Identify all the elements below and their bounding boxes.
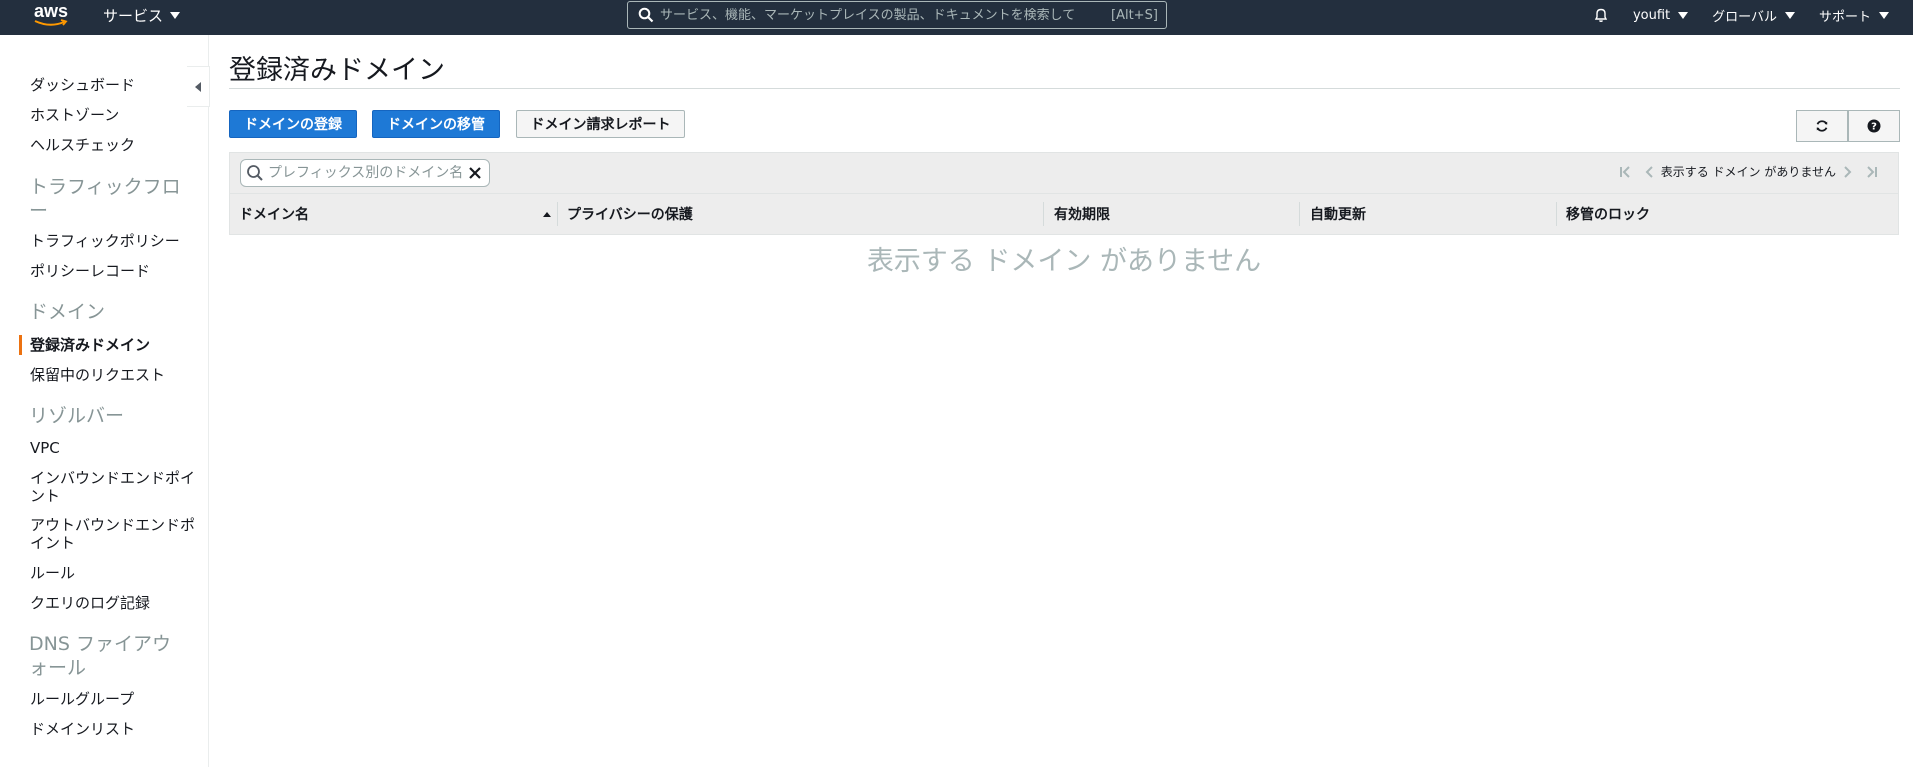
column-label: 自動更新: [1310, 207, 1366, 223]
sidebar-item-pending-requests[interactable]: 保留中のリクエスト: [30, 366, 165, 384]
last-page-icon: [1867, 165, 1877, 178]
region-label: グローバル: [1712, 9, 1777, 25]
sidebar-item-dashboard[interactable]: ダッシュボード: [30, 76, 135, 94]
sidebar-item-vpc[interactable]: VPC: [30, 439, 60, 457]
sidebar-item-health-checks[interactable]: ヘルスチェック: [30, 136, 135, 154]
help-icon: ?: [1867, 119, 1881, 133]
pagination: 表示する ドメイン がありません: [1613, 163, 1884, 180]
previous-page-button[interactable]: [1645, 165, 1655, 178]
notifications-button[interactable]: [1593, 7, 1609, 23]
pagination-status: 表示する ドメイン がありません: [1660, 165, 1836, 179]
sidebar-item-rules[interactable]: ルール: [30, 564, 75, 582]
column-divider: [1043, 202, 1044, 226]
aws-logo-text: aws: [34, 1, 69, 21]
aws-logo[interactable]: aws: [34, 2, 74, 30]
sidebar-item-traffic-policies[interactable]: トラフィックポリシー: [30, 232, 180, 250]
sidebar-item-policy-records[interactable]: ポリシーレコード: [30, 262, 150, 280]
column-divider: [557, 202, 558, 226]
refresh-icon: [1816, 120, 1828, 132]
sidebar-section-traffic-flow: トラフィックフロー: [29, 176, 181, 222]
column-label: 移管のロック: [1566, 207, 1650, 223]
region-menu[interactable]: グローバル: [1712, 6, 1795, 25]
column-header-privacy-protection[interactable]: プライバシーの保護: [567, 194, 693, 234]
side-navigation: ダッシュボード ホストゾーン ヘルスチェック トラフィックフロー トラフィックポ…: [0, 35, 209, 767]
column-divider: [1556, 202, 1557, 226]
chevron-left-icon: [1645, 165, 1653, 178]
sidebar-item-query-logging[interactable]: クエリのログ記録: [30, 594, 150, 612]
caret-down-icon: [170, 11, 181, 19]
services-label: サービス: [103, 6, 164, 25]
aws-smile-icon: [34, 19, 68, 26]
search-input[interactable]: [660, 7, 1105, 23]
search-icon: [247, 165, 263, 181]
domain-billing-report-button[interactable]: ドメイン請求レポート: [516, 110, 685, 138]
services-menu[interactable]: サービス: [103, 0, 181, 30]
sidebar-item-inbound-endpoints[interactable]: インバウンドエンドポイント: [30, 469, 195, 505]
active-indicator: [19, 335, 22, 355]
support-menu[interactable]: サポート: [1819, 6, 1889, 25]
caret-down-icon: [1784, 11, 1795, 19]
help-button[interactable]: ?: [1848, 110, 1900, 142]
column-header-transfer-lock[interactable]: 移管のロック: [1566, 194, 1650, 234]
filter-input[interactable]: [268, 165, 464, 181]
sidebar-section-domains: ドメイン: [29, 301, 106, 323]
caret-down-icon: [1879, 11, 1889, 19]
support-label: サポート: [1818, 9, 1871, 25]
top-navigation-bar: aws サービス [Alt+S] youfit グローバル: [0, 0, 1913, 35]
global-search[interactable]: [Alt+S]: [627, 1, 1167, 29]
chevron-left-icon: [195, 81, 201, 92]
column-header-expiration[interactable]: 有効期限: [1054, 194, 1110, 234]
chevron-right-icon: [1844, 165, 1852, 178]
sidebar-section-dns-firewall: DNS ファイアウォール: [29, 633, 171, 679]
top-right-menu: youfit グローバル サポート: [1593, 0, 1913, 30]
transfer-domain-button[interactable]: ドメインの移管: [372, 110, 500, 138]
sidebar-item-registered-domains[interactable]: 登録済みドメイン: [30, 336, 150, 354]
first-page-icon: [1619, 165, 1630, 178]
page-title: 登録済みドメイン: [229, 55, 445, 86]
empty-table-message: 表示する ドメイン がありません: [866, 246, 1262, 277]
caret-down-icon: [1678, 11, 1689, 19]
table-header: ドメイン名 プライバシーの保護 有効期限 自動更新 移管のロック: [229, 194, 1899, 235]
column-divider: [1299, 202, 1300, 226]
register-domain-button[interactable]: ドメインの登録: [229, 110, 357, 138]
sort-ascending-icon: [543, 212, 551, 217]
table-toolbar: 表示する ドメイン がありません: [229, 152, 1899, 194]
account-menu[interactable]: youfit: [1632, 7, 1689, 23]
domain-filter[interactable]: [240, 159, 490, 187]
sidebar-item-outbound-endpoints[interactable]: アウトバウンドエンドポイント: [30, 516, 195, 552]
clear-icon[interactable]: [468, 166, 482, 180]
sidebar-item-rule-groups[interactable]: ルールグループ: [30, 690, 134, 708]
sidebar-item-hosted-zones[interactable]: ホストゾーン: [30, 106, 119, 124]
column-label: 有効期限: [1054, 207, 1110, 223]
title-divider: [229, 88, 1900, 89]
search-icon: [638, 7, 654, 23]
first-page-button[interactable]: [1619, 165, 1633, 178]
account-label: youfit: [1632, 7, 1671, 23]
next-page-button[interactable]: [1842, 165, 1852, 178]
bell-icon: [1594, 8, 1608, 23]
last-page-button[interactable]: [1864, 165, 1878, 178]
search-shortcut-hint: [Alt+S]: [1111, 7, 1158, 23]
sidebar-item-domain-lists[interactable]: ドメインリスト: [30, 720, 135, 738]
column-label: プライバシーの保護: [567, 207, 693, 223]
sidebar-section-resolver: リゾルバー: [29, 405, 125, 427]
column-label: ドメイン名: [239, 207, 309, 223]
sidebar-collapse-button[interactable]: [187, 66, 210, 107]
column-header-auto-renew[interactable]: 自動更新: [1310, 194, 1366, 234]
column-header-domain-name[interactable]: ドメイン名: [239, 194, 559, 234]
refresh-button[interactable]: [1796, 110, 1848, 142]
svg-text:?: ?: [1871, 122, 1877, 133]
